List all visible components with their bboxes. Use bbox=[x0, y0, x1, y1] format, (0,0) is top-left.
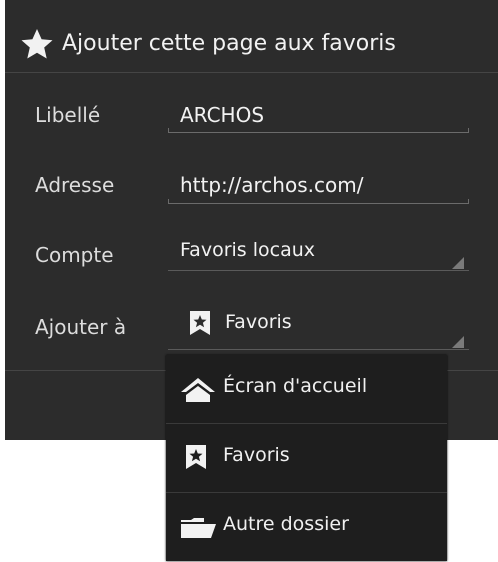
bookmark-icon bbox=[186, 445, 206, 469]
spinner-arrow-icon bbox=[452, 257, 464, 269]
dialog-title-bar: Ajouter cette page aux favoris bbox=[5, 0, 498, 72]
spinner-arrow-icon bbox=[452, 336, 464, 348]
label-field[interactable]: ARCHOS bbox=[180, 103, 264, 127]
add-to-spinner-value: Favoris bbox=[225, 311, 292, 333]
home-icon bbox=[181, 378, 215, 402]
dropdown-option-other-folder[interactable]: Autre dossier bbox=[166, 493, 447, 561]
bookmark-icon bbox=[190, 311, 210, 335]
address-field-underline bbox=[168, 199, 469, 204]
account-caption: Compte bbox=[35, 243, 114, 267]
address-caption: Adresse bbox=[35, 173, 115, 197]
account-spinner-value: Favoris locaux bbox=[180, 239, 316, 261]
add-to-caption: Ajouter à bbox=[35, 315, 127, 339]
folder-icon bbox=[181, 518, 216, 538]
account-spinner-underline bbox=[168, 270, 469, 271]
dropdown-option-home-screen[interactable]: Écran d'accueil bbox=[166, 355, 447, 423]
dialog-title: Ajouter cette page aux favoris bbox=[62, 31, 396, 56]
dropdown-option-favorites[interactable]: Favoris bbox=[166, 424, 447, 492]
label-caption: Libellé bbox=[35, 103, 101, 127]
dropdown-option-label: Écran d'accueil bbox=[223, 375, 368, 397]
star-icon bbox=[21, 29, 53, 59]
add-to-dropdown-menu: Écran d'accueil Favoris Autre dossier bbox=[166, 355, 447, 561]
address-field[interactable]: http://archos.com/ bbox=[180, 173, 363, 197]
title-divider bbox=[5, 72, 498, 73]
add-to-spinner-underline bbox=[168, 349, 469, 350]
dropdown-option-label: Autre dossier bbox=[223, 513, 349, 535]
label-field-underline bbox=[168, 128, 469, 133]
dropdown-option-label: Favoris bbox=[223, 444, 290, 466]
